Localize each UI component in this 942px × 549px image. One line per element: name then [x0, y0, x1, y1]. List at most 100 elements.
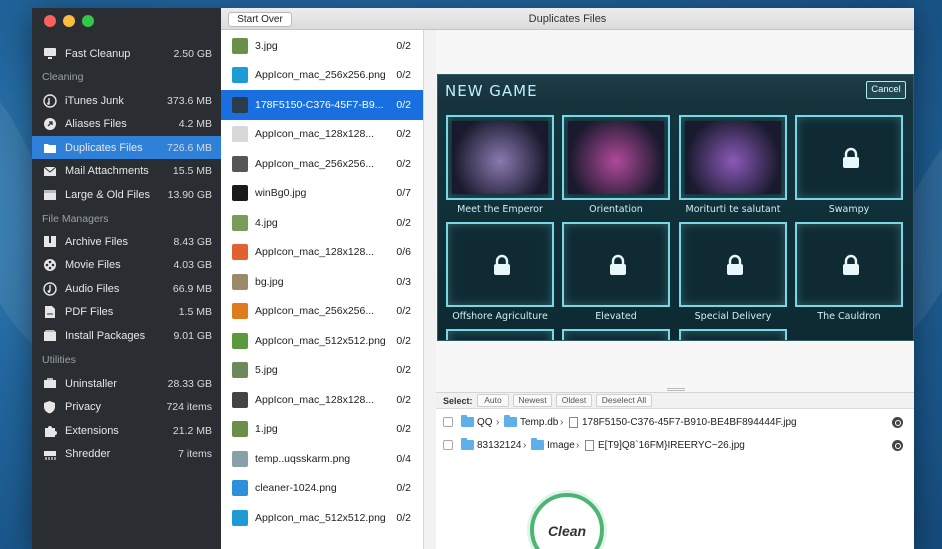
file-name: winBg0.jpg	[255, 187, 307, 200]
title-bar: Start Over Duplicates Files	[221, 8, 914, 30]
sidebar-item-privacy[interactable]: Privacy 724 items	[32, 396, 221, 419]
file-thumbnail-icon	[232, 303, 248, 320]
file-thumbnail-icon	[232, 391, 248, 408]
sidebar-item-uninstaller[interactable]: Uninstaller 28.33 GB	[32, 372, 221, 395]
sidebar-item-itunes-junk[interactable]: iTunes Junk 373.6 MB	[32, 89, 221, 112]
sidebar-item-movie-files[interactable]: Movie Files 4.03 GB	[32, 254, 221, 277]
sidebar-item-aliases-files[interactable]: Aliases Files 4.2 MB	[32, 113, 221, 136]
sidebar-item-mail-attachments[interactable]: Mail Attachments 15.5 MB	[32, 160, 221, 183]
level-tile	[446, 222, 554, 307]
file-thumbnail-icon	[232, 362, 248, 379]
sidebar-item-fast-cleanup[interactable]: Fast Cleanup 2.50 GB	[32, 42, 221, 65]
file-row[interactable]: AppIcon_mac_256x256... 0/2	[221, 149, 423, 179]
folder-icon	[504, 415, 517, 427]
select-newest-button[interactable]: Newest	[513, 394, 552, 407]
zoom-window-button[interactable]	[82, 15, 94, 27]
game-cancel-button: Cancel	[866, 81, 906, 99]
file-name: 1.jpg	[255, 423, 278, 436]
select-oldest-button[interactable]: Oldest	[556, 394, 592, 407]
level-tile	[562, 222, 670, 307]
sidebar-item-label: Archive Files	[65, 235, 128, 248]
sidebar-item-size: 4.03 GB	[173, 259, 212, 272]
sidebar-item-size: 2.50 GB	[173, 47, 212, 60]
sidebar-item-large-old-files[interactable]: Large & Old Files 13.90 GB	[32, 183, 221, 206]
minimize-window-button[interactable]	[63, 15, 75, 27]
reveal-in-finder-icon[interactable]	[892, 439, 903, 451]
file-row[interactable]: 4.jpg 0/2	[221, 208, 423, 238]
sidebar-item-archive-files[interactable]: Archive Files 8.43 GB	[32, 230, 221, 253]
path-checkbox[interactable]	[443, 417, 453, 427]
file-row[interactable]: AppIcon_mac_256x256... 0/2	[221, 297, 423, 327]
file-name: bg.jpg	[255, 275, 284, 288]
sidebar-item-install-packages[interactable]: Install Packages 9.01 GB	[32, 324, 221, 347]
level-artwork	[568, 121, 664, 194]
lock-icon	[607, 254, 629, 276]
lock-icon	[724, 254, 746, 276]
file-name: AppIcon_mac_512x512.png	[255, 511, 385, 524]
app-window: Fast Cleanup 2.50 GB Cleaning iTunes Junk…	[32, 8, 914, 549]
mail-icon	[42, 164, 57, 179]
split-view-grip[interactable]	[667, 388, 685, 391]
file-row[interactable]: AppIcon_mac_128x128... 0/6	[221, 238, 423, 268]
sidebar-section-title: File Managers	[42, 213, 109, 225]
file-row[interactable]: 3.jpg 0/2	[221, 31, 423, 61]
file-row[interactable]: winBg0.jpg 0/7	[221, 179, 423, 209]
level-tile-label: Swampy	[828, 204, 870, 215]
game-header: NEW GAME Cancel	[438, 75, 913, 105]
duplicate-paths-pane: Select: Auto Newest Oldest Deselect All …	[436, 388, 914, 549]
sidebar-item-size: 66.9 MB	[172, 282, 212, 295]
file-name: 5.jpg	[255, 364, 278, 377]
file-row[interactable]: AppIcon_mac_512x512.png 0/2	[221, 326, 423, 356]
sidebar-item-size: 8.43 GB	[173, 235, 212, 248]
file-duplicate-count: 0/2	[396, 423, 411, 436]
level-tile	[562, 115, 670, 200]
file-row[interactable]: AppIcon_mac_128x128... 0/2	[221, 385, 423, 415]
level-tile-label: Offshore Agriculture	[452, 311, 548, 322]
file-name: 4.jpg	[255, 216, 278, 229]
duplicates-icon	[42, 140, 57, 155]
file-thumbnail-icon	[232, 155, 248, 172]
file-row[interactable]: 5.jpg 0/2	[221, 356, 423, 386]
sidebar-item-shredder[interactable]: Shredder 7 items	[32, 443, 221, 466]
select-auto-button[interactable]: Auto	[477, 394, 509, 407]
file-row[interactable]: temp..uqsskarm.png 0/4	[221, 444, 423, 474]
file-thumbnail-icon	[232, 480, 248, 497]
deselect-all-button[interactable]: Deselect All	[596, 394, 652, 407]
reveal-in-finder-icon[interactable]	[892, 416, 903, 428]
window-title: Duplicates Files	[528, 13, 607, 25]
file-thumbnail-icon	[232, 67, 248, 84]
file-row[interactable]: 1.jpg 0/2	[221, 415, 423, 445]
uninstaller-icon	[42, 376, 57, 391]
sidebar-item-extensions[interactable]: Extensions 21.2 MB	[32, 419, 221, 442]
sidebar-item-size: 4.2 MB	[178, 118, 212, 131]
box-icon	[42, 187, 57, 202]
sidebar-item-duplicates-files[interactable]: Duplicates Files 726.6 MB	[32, 136, 221, 160]
sidebar-item-audio-files[interactable]: Audio Files 66.9 MB	[32, 277, 221, 300]
file-duplicate-count: 0/2	[396, 128, 411, 141]
file-thumbnail-icon	[232, 244, 248, 261]
file-row[interactable]: bg.jpg 0/3	[221, 267, 423, 297]
level-tile	[446, 329, 554, 340]
clean-button[interactable]: Clean	[530, 493, 604, 549]
file-row[interactable]: AppIcon_mac_256x256.png 0/2	[221, 61, 423, 91]
file-name: cleaner-1024.png	[255, 482, 337, 495]
file-name: AppIcon_mac_128x128...	[255, 393, 375, 406]
close-window-button[interactable]	[44, 15, 56, 27]
sidebar-item-label: Install Packages	[65, 329, 146, 342]
file-name: AppIcon_mac_256x256...	[255, 305, 375, 318]
file-row[interactable]: 178F5150-C376-45F7-B9... 0/2	[221, 90, 423, 120]
file-row[interactable]: cleaner-1024.png 0/2	[221, 474, 423, 504]
sidebar-item-pdf-files[interactable]: PDF Files 1.5 MB	[32, 301, 221, 324]
level-tile	[562, 329, 670, 340]
level-tile	[795, 222, 903, 307]
file-row[interactable]: AppIcon_mac_128x128... 0/2	[221, 120, 423, 150]
path-checkbox[interactable]	[443, 440, 453, 450]
duplicate-file-list: 3.jpg 0/2 AppIcon_mac_256x256.png 0/2 17…	[221, 30, 424, 549]
level-artwork	[685, 121, 781, 194]
file-icon	[585, 439, 594, 451]
file-duplicate-count: 0/2	[396, 69, 411, 82]
file-row[interactable]: AppIcon_mac_512x512.png 0/2	[221, 503, 423, 533]
sidebar-item-size: 15.5 MB	[172, 165, 212, 178]
file-thumbnail-icon	[232, 37, 248, 54]
path-folder: 83132124	[477, 439, 522, 451]
